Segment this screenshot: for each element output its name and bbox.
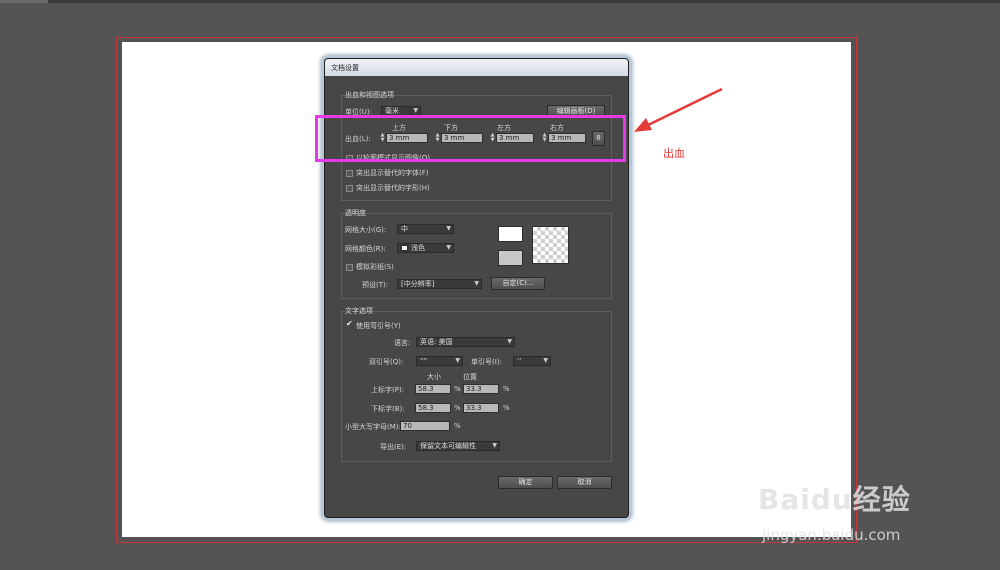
baidu-jingyan-watermark: Baidu经验	[758, 483, 911, 516]
watermark-url: jingyan.baidu.com	[762, 526, 901, 544]
bleed-annotation-label: 出血	[663, 147, 685, 160]
